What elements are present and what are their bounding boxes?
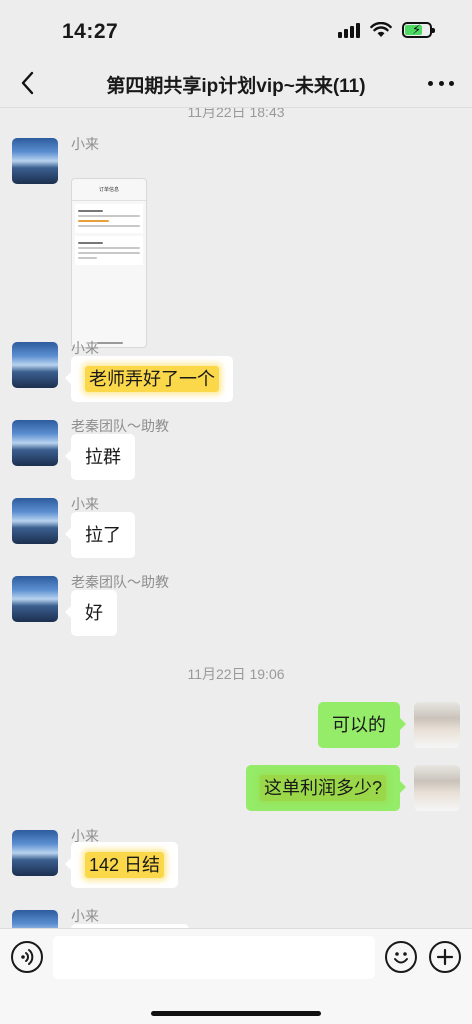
- plus-icon[interactable]: [429, 941, 461, 973]
- message-bubble[interactable]: 142 日结: [64, 842, 179, 888]
- status-time: 14:27: [62, 20, 119, 43]
- sender-name: 小来: [71, 908, 99, 924]
- timestamp: 11月22日 19:06: [187, 666, 285, 682]
- avatar[interactable]: [12, 138, 58, 184]
- chat-title[interactable]: 第四期共享ip计划vip~未来(11): [60, 71, 412, 98]
- message-text: 老师弄好了一个: [85, 366, 219, 392]
- sender-name: 老秦团队～助教: [71, 574, 169, 590]
- message-row: 可以的: [0, 702, 472, 756]
- timestamp: 11月22日 18:43: [187, 108, 285, 120]
- message-row: 老秦团队～助教 好: [0, 572, 472, 642]
- message-text: 拉群: [85, 447, 121, 467]
- avatar[interactable]: [12, 498, 58, 544]
- chevron-left-icon[interactable]: [14, 68, 44, 98]
- image-message[interactable]: 订单信息: [71, 178, 147, 348]
- avatar[interactable]: [12, 830, 58, 876]
- avatar[interactable]: [12, 576, 58, 622]
- message-row: 这单利润多少?: [0, 765, 472, 819]
- message-row: 小来 订单信息: [0, 132, 472, 356]
- avatar[interactable]: [12, 342, 58, 388]
- message-text: 可以的: [332, 715, 386, 735]
- emoji-icon[interactable]: [385, 941, 417, 973]
- message-text: 好: [85, 603, 103, 623]
- avatar[interactable]: [414, 702, 460, 748]
- sender-name: 小来: [71, 496, 99, 512]
- message-list[interactable]: 11月22日 18:43 小来 订单信息 小来 老师弄好了一个 老秦团队～助教 …: [0, 108, 472, 928]
- thumb-title: 订单信息: [72, 179, 146, 201]
- avatar[interactable]: [12, 420, 58, 466]
- status-icons: ⚡: [338, 22, 435, 38]
- thumb-card: [75, 204, 143, 233]
- message-text: 拉了: [85, 525, 121, 545]
- more-dots-icon[interactable]: [428, 72, 454, 94]
- message-bubble[interactable]: 可以的: [318, 702, 406, 748]
- message-input[interactable]: [53, 936, 375, 979]
- message-bubble[interactable]: 拉群: [65, 434, 135, 480]
- avatar[interactable]: [12, 910, 58, 928]
- wifi-icon: [370, 22, 392, 37]
- sender-name: 小来: [71, 136, 99, 152]
- home-indicator: [151, 1011, 321, 1016]
- sender-name: 老秦团队～助教: [71, 418, 169, 434]
- signal-icon: [338, 22, 360, 38]
- message-row: 小来: [0, 906, 472, 928]
- message-bubble[interactable]: 拉了: [65, 512, 135, 558]
- chat-header: 第四期共享ip计划vip~未来(11): [0, 58, 472, 108]
- message-text: 这单利润多少?: [259, 775, 386, 801]
- thumb-card: [75, 236, 143, 265]
- message-row: 小来 拉了: [0, 494, 472, 564]
- battery-charging-icon: ⚡: [402, 22, 435, 38]
- input-bar: [0, 928, 472, 1024]
- message-row: 小来 142 日结: [0, 826, 472, 896]
- voice-icon[interactable]: [11, 941, 43, 973]
- message-bubble[interactable]: 这单利润多少?: [245, 765, 407, 811]
- status-bar: 14:27 ⚡: [0, 0, 472, 58]
- message-bubble[interactable]: 老师弄好了一个: [65, 356, 233, 402]
- sender-name: 小来: [71, 340, 99, 356]
- message-bubble[interactable]: 好: [65, 590, 117, 636]
- message-row: 小来 老师弄好了一个: [0, 338, 472, 408]
- message-text: 142 日结: [85, 852, 165, 878]
- message-row: 老秦团队～助教 拉群: [0, 416, 472, 486]
- avatar[interactable]: [414, 765, 460, 811]
